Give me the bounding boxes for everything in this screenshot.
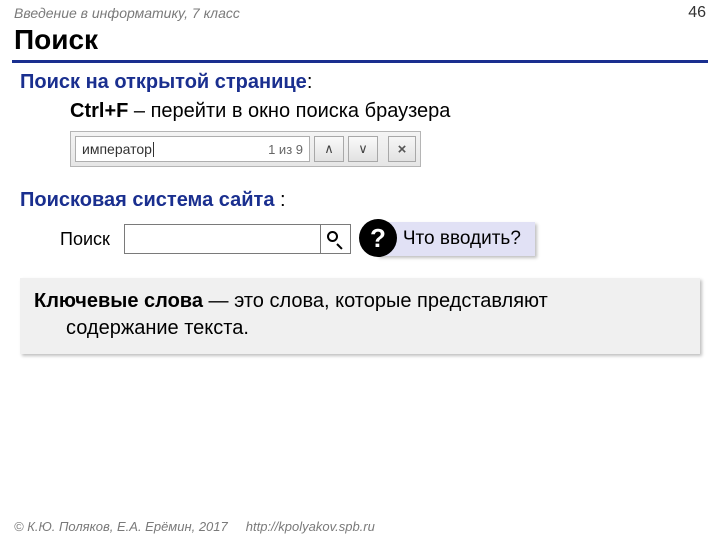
shortcut-key: Ctrl+F (70, 100, 128, 122)
shortcut-desc: – перейти в окно поиска браузера (128, 100, 450, 122)
footer-copyright: © К.Ю. Поляков, Е.А. Ерёмин, 2017 (14, 519, 228, 534)
shortcut-line: Ctrl+F – перейти в окно поиска браузера (70, 100, 700, 123)
sitesearch-box (124, 224, 351, 254)
footer-url: http://kpolyakov.spb.ru (246, 519, 375, 534)
question-text: Что вводить? (403, 228, 521, 250)
footer: © К.Ю. Поляков, Е.А. Ерёмин, 2017 http:/… (0, 519, 720, 534)
findbar-query: император (82, 141, 152, 157)
findbar-close-button[interactable]: × (388, 136, 416, 162)
browser-findbar: император 1 из 9 ∧ ∨ × (70, 131, 421, 167)
search-icon (327, 231, 343, 247)
section2-colon: : (280, 189, 286, 211)
definition-term: Ключевые слова (34, 290, 203, 312)
findbar-count: 1 из 9 (268, 142, 303, 157)
question-callout: ? Что вводить? (377, 222, 535, 256)
page-number: 46 (688, 4, 706, 22)
section1-heading-text: Поиск на открытой странице (20, 71, 307, 93)
chevron-up-icon: ∧ (324, 141, 334, 157)
definition-box: Ключевые слова — это слова, которые пред… (20, 278, 700, 354)
text-caret (153, 142, 154, 157)
section2-heading-text: Поисковая система сайта (20, 189, 280, 211)
course-label: Введение в информатику, 7 класс (14, 5, 240, 21)
findbar-prev-button[interactable]: ∧ (314, 136, 344, 162)
close-icon: × (398, 141, 407, 158)
definition-line1: — это слова, которые представляют (203, 290, 548, 312)
sitesearch-label: Поиск (60, 229, 110, 250)
section2-heading: Поисковая система сайта : (20, 189, 700, 212)
section1-heading: Поиск на открытой странице: (20, 71, 700, 94)
sitesearch-button[interactable] (320, 225, 350, 253)
findbar-input[interactable]: император 1 из 9 (75, 136, 310, 162)
section1-colon: : (307, 71, 313, 93)
chevron-down-icon: ∨ (358, 141, 368, 157)
title-rule (12, 60, 708, 63)
definition-line2: содержание текста. (34, 315, 686, 342)
question-badge-icon: ? (359, 219, 397, 257)
page-title: Поиск (0, 22, 720, 60)
findbar-next-button[interactable]: ∨ (348, 136, 378, 162)
sitesearch-input[interactable] (125, 225, 320, 253)
